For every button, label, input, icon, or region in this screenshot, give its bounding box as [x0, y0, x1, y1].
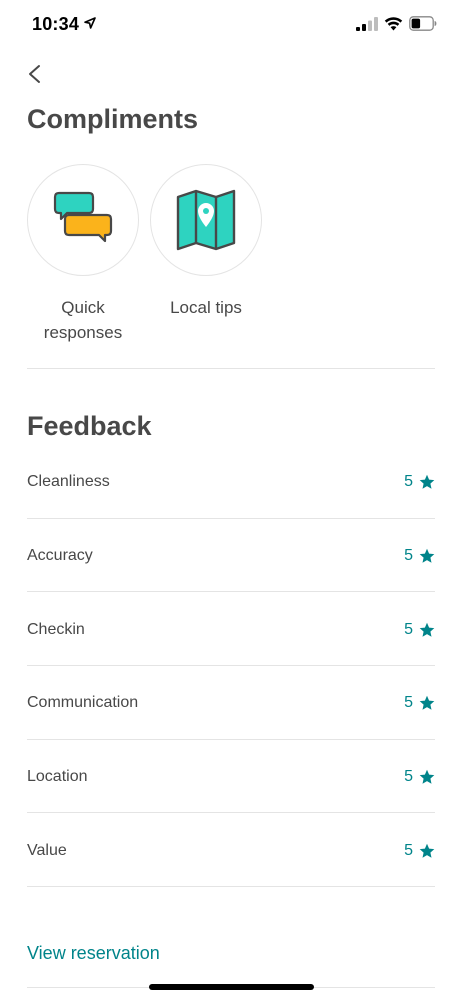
wifi-icon [384, 17, 403, 31]
rating-value: 5 [404, 842, 413, 859]
chat-bubbles-icon [53, 191, 113, 243]
rating-value: 5 [404, 768, 413, 785]
compliment-local-tips: Local tips [150, 164, 262, 320]
battery-icon [409, 16, 437, 31]
rating-value: 5 [404, 473, 413, 490]
row-divider [27, 812, 435, 813]
star-icon [419, 769, 435, 784]
row-divider [27, 739, 435, 740]
star-icon [419, 622, 435, 637]
rating-value: 5 [404, 547, 413, 564]
home-indicator [149, 984, 314, 990]
row-divider [27, 886, 435, 887]
location-arrow-icon [84, 17, 96, 29]
rating-label: Communication [27, 694, 139, 711]
feedback-title: Feedback [27, 411, 152, 441]
rating-value: 5 [404, 621, 413, 638]
rating-label: Checkin [27, 621, 85, 638]
status-time: 10:34 [32, 14, 80, 34]
compliment-badge [150, 164, 262, 276]
compliment-label: Quick responses [43, 298, 123, 342]
compliment-quick-responses: Quick responses [27, 164, 139, 345]
back-button[interactable] [24, 60, 48, 88]
star-icon [419, 843, 435, 858]
compliment-label: Local tips [170, 298, 242, 317]
rating-row-communication: Communication 5 [27, 694, 435, 714]
map-pin-icon [176, 189, 236, 251]
rating-label: Location [27, 768, 88, 785]
rating-value: 5 [404, 694, 413, 711]
view-reservation-link[interactable]: View reservation [27, 943, 160, 964]
section-divider [27, 368, 435, 369]
row-divider [27, 518, 435, 519]
star-icon [419, 474, 435, 489]
rating-row-location: Location 5 [27, 768, 435, 788]
rating-row-value: Value 5 [27, 842, 435, 862]
chevron-left-icon [29, 65, 40, 83]
status-bar: 10:34 [0, 0, 462, 50]
rating-label: Accuracy [27, 547, 93, 564]
star-icon [419, 695, 435, 710]
rating-label: Cleanliness [27, 473, 110, 490]
rating-row-checkin: Checkin 5 [27, 621, 435, 641]
star-icon [419, 548, 435, 563]
compliment-badge [27, 164, 139, 276]
rating-label: Value [27, 842, 67, 859]
rating-row-cleanliness: Cleanliness 5 [27, 473, 435, 493]
row-divider [27, 665, 435, 666]
cellular-signal-icon [356, 17, 378, 31]
row-divider [27, 591, 435, 592]
rating-row-accuracy: Accuracy 5 [27, 547, 435, 567]
compliments-title: Compliments [27, 104, 199, 134]
